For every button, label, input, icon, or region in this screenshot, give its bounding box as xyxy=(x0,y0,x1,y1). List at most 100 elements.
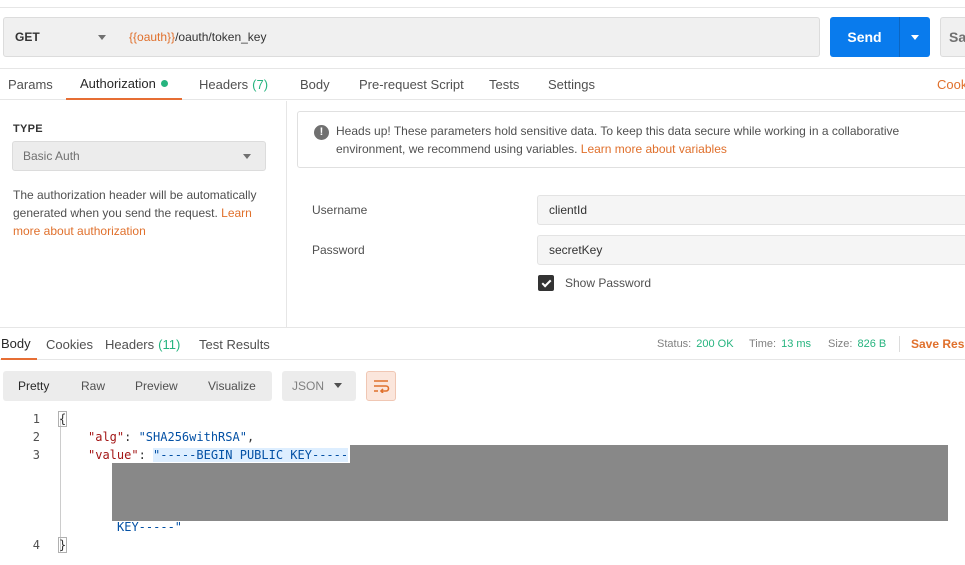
username-label: Username xyxy=(312,203,368,217)
type-label: TYPE xyxy=(13,123,43,135)
code-line-4: } xyxy=(58,537,68,553)
tab-body[interactable]: Body xyxy=(300,69,330,100)
chevron-down-icon xyxy=(911,34,919,40)
chevron-down-icon xyxy=(243,154,251,159)
code-line-1: { xyxy=(58,411,68,427)
tab-response-headers[interactable]: Headers (11) xyxy=(105,328,180,360)
sensitive-data-notice: ! Heads up! These parameters hold sensit… xyxy=(297,111,965,168)
method-value: GET xyxy=(15,30,40,44)
send-label: Send xyxy=(847,29,882,45)
status-divider xyxy=(899,336,900,352)
view-visualize-button[interactable]: Visualize xyxy=(208,371,256,401)
code-line-3: "value": "-----BEGIN PUBLIC KEY----- xyxy=(88,448,349,462)
size-label: Size: xyxy=(828,338,853,350)
colon: : xyxy=(138,448,154,462)
tab-headers[interactable]: Headers (7) xyxy=(199,69,268,100)
value-key: "value" xyxy=(88,448,139,462)
close-brace: } xyxy=(58,537,68,553)
save-button[interactable]: Save xyxy=(940,17,965,57)
tab-tests[interactable]: Tests xyxy=(489,69,519,100)
username-value: clientId xyxy=(549,203,588,217)
tab-authorization[interactable]: Authorization xyxy=(66,69,182,100)
notice-text: Heads up! These parameters hold sensitiv… xyxy=(336,122,956,158)
info-icon: ! xyxy=(314,125,329,140)
value-start: "-----BEGIN PUBLIC KEY----- xyxy=(153,448,349,462)
tab-params[interactable]: Params xyxy=(8,69,53,100)
send-button[interactable]: Send xyxy=(830,17,930,57)
line-number: 2 xyxy=(32,430,40,444)
tab-label: Body xyxy=(300,77,330,92)
tab-label: Headers xyxy=(105,336,155,352)
url-path: /oauth/token_key xyxy=(175,30,267,44)
response-tabs: Body Cookies Headers (11) Test Results St… xyxy=(0,327,965,360)
view-mode-group: Pretty Raw Preview Visualize xyxy=(3,371,272,401)
response-body-editor[interactable]: 1 2 3 4 { "alg": "SHA256withRSA", "value… xyxy=(0,410,965,565)
wrap-lines-button[interactable] xyxy=(366,371,396,401)
save-label: Save xyxy=(949,29,965,45)
status-value: 200 OK xyxy=(696,338,734,350)
tab-response-cookies[interactable]: Cookies xyxy=(46,328,93,360)
tab-label: Tests xyxy=(489,77,520,92)
tab-test-results[interactable]: Test Results xyxy=(199,328,270,360)
auth-description: The authorization header will be automat… xyxy=(13,186,275,240)
value-end: KEY-----" xyxy=(117,520,183,534)
time-indicator: Time: 13 ms xyxy=(749,328,811,360)
wrap-lines-icon xyxy=(374,380,390,393)
tab-label: Test Results xyxy=(199,336,270,352)
open-brace: { xyxy=(58,411,68,427)
line-number: 4 xyxy=(32,538,40,552)
check-icon xyxy=(541,277,551,287)
auth-type-value: Basic Auth xyxy=(23,149,80,163)
url-variable: {{oauth}} xyxy=(129,30,176,44)
tab-count: (7) xyxy=(252,77,269,92)
tab-label: Body xyxy=(1,335,31,351)
status-indicator: Status: 200 OK xyxy=(657,328,734,360)
tab-label: Authorization xyxy=(80,76,156,91)
format-select[interactable]: JSON xyxy=(282,371,356,401)
tab-label: Pre-request Script xyxy=(359,77,464,92)
auth-type-panel: TYPE Basic Auth The authorization header… xyxy=(0,101,287,327)
comma: , xyxy=(246,430,255,444)
auth-type-select[interactable]: Basic Auth xyxy=(12,141,266,171)
method-select[interactable]: GET xyxy=(3,17,119,57)
learn-variables-link[interactable]: Learn more about variables xyxy=(581,142,727,156)
save-response-button[interactable]: Save Response xyxy=(911,328,965,360)
tab-label: Params xyxy=(8,77,53,92)
request-tabs: Params Authorization Headers (7) Body Pre… xyxy=(0,68,965,100)
code-line-2: "alg": "SHA256withRSA", xyxy=(88,430,254,444)
indent-guide xyxy=(60,418,61,552)
time-label: Time: xyxy=(749,338,777,350)
show-password-checkbox[interactable] xyxy=(538,275,554,291)
tab-label: Settings xyxy=(548,77,595,92)
view-preview-button[interactable]: Preview xyxy=(135,371,178,401)
status-dot-icon xyxy=(160,80,168,87)
tab-label: Headers xyxy=(199,77,249,92)
colon: : xyxy=(124,430,139,444)
cookies-link[interactable]: Cookies xyxy=(937,69,965,100)
redacted-block xyxy=(112,463,948,521)
password-input[interactable]: secretKey xyxy=(537,235,965,265)
size-value: 826 B xyxy=(857,338,887,350)
tab-settings[interactable]: Settings xyxy=(548,69,595,100)
tab-response-body[interactable]: Body xyxy=(1,328,37,360)
code-line-3-end: KEY-----" xyxy=(117,520,182,534)
chevron-down-icon xyxy=(98,35,106,40)
url-input[interactable]: {{oauth}}/oauth/token_key xyxy=(118,17,820,57)
show-password-label[interactable]: Show Password xyxy=(565,276,651,290)
time-value: 13 ms xyxy=(781,338,812,350)
password-label: Password xyxy=(312,243,365,257)
view-raw-button[interactable]: Raw xyxy=(81,371,105,401)
password-value: secretKey xyxy=(549,243,603,257)
alg-key: "alg" xyxy=(88,430,125,444)
status-label: Status: xyxy=(657,338,692,350)
size-indicator: Size: 826 B xyxy=(828,328,886,360)
tab-label: Cookies xyxy=(46,336,93,352)
username-input[interactable]: clientId xyxy=(537,195,965,225)
send-options-button[interactable] xyxy=(900,34,930,40)
alg-value: "SHA256withRSA" xyxy=(138,430,247,444)
tab-pre-request-script[interactable]: Pre-request Script xyxy=(359,69,464,100)
line-number: 3 xyxy=(32,448,40,462)
format-value: JSON xyxy=(292,379,325,393)
tab-count: (11) xyxy=(158,336,181,352)
view-pretty-button[interactable]: Pretty xyxy=(18,371,49,401)
